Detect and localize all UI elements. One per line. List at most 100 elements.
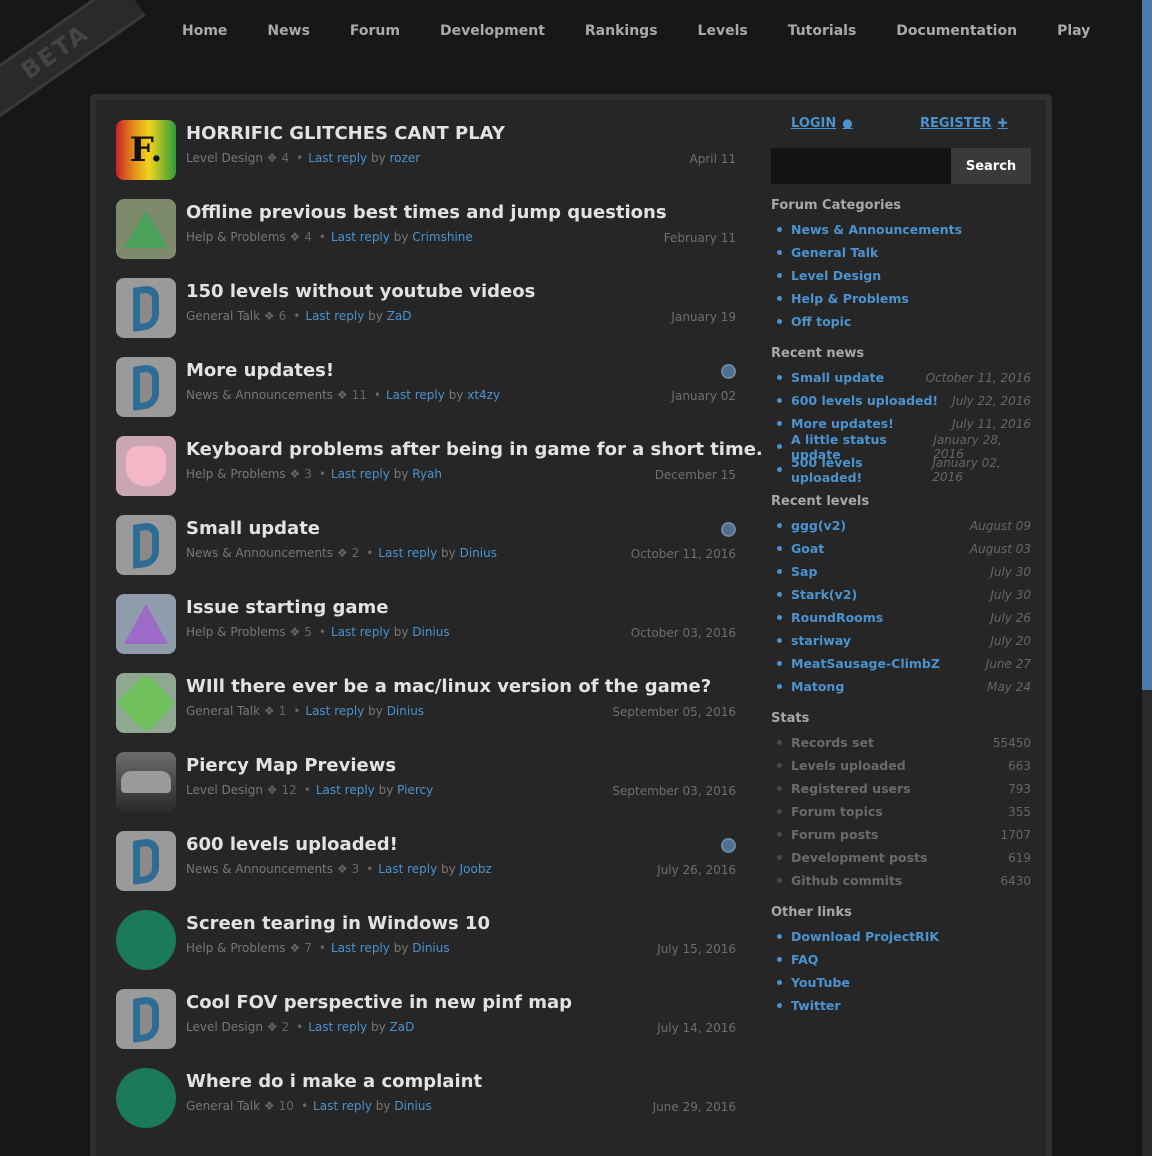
avatar[interactable] <box>116 594 176 654</box>
list-item[interactable]: General Talk <box>771 241 1031 264</box>
list-item-link[interactable]: YouTube <box>791 975 850 990</box>
avatar[interactable] <box>116 515 176 575</box>
reply-user-link[interactable]: Ryah <box>412 467 442 481</box>
last-reply-link[interactable]: Last reply <box>313 1099 372 1113</box>
last-reply-link[interactable]: Last reply <box>331 941 390 955</box>
topic-title[interactable]: 150 levels without youtube videos <box>186 281 535 302</box>
nav-news[interactable]: News <box>247 23 329 39</box>
last-reply-link[interactable]: Last reply <box>305 704 364 718</box>
last-reply-link[interactable]: Last reply <box>316 783 375 797</box>
reply-user-link[interactable]: ZaD <box>390 1020 415 1034</box>
list-item[interactable]: YouTube <box>771 971 1031 994</box>
list-item[interactable]: Registered users 793 <box>771 777 1031 800</box>
last-reply-link[interactable]: Last reply <box>308 1020 367 1034</box>
topic-category[interactable]: News & Announcements <box>186 388 333 402</box>
list-item[interactable]: MeatSausage-ClimbZ June 27 <box>771 652 1031 675</box>
topic-category[interactable]: Help & Problems <box>186 625 286 639</box>
search-button[interactable]: Search <box>951 148 1031 184</box>
avatar[interactable] <box>116 357 176 417</box>
last-reply-link[interactable]: Last reply <box>331 467 390 481</box>
list-item[interactable]: RoundRooms July 26 <box>771 606 1031 629</box>
reply-user-link[interactable]: Dinius <box>387 704 424 718</box>
nav-tutorials[interactable]: Tutorials <box>768 23 877 39</box>
reply-user-link[interactable]: Dinius <box>412 941 449 955</box>
topic-category[interactable]: Level Design <box>186 1020 263 1034</box>
topic-category[interactable]: Level Design <box>186 151 263 165</box>
avatar[interactable] <box>116 910 176 970</box>
topic-title[interactable]: Issue starting game <box>186 597 389 618</box>
list-item[interactable]: 500 levels uploaded! January 02, 2016 <box>771 455 1031 485</box>
topic-category[interactable]: Level Design <box>186 783 263 797</box>
reply-user-link[interactable]: Piercy <box>397 783 433 797</box>
list-item[interactable]: Goat August 03 <box>771 537 1031 560</box>
list-item-link[interactable]: stariway <box>791 633 851 648</box>
scrollbar-thumb[interactable] <box>1142 0 1152 690</box>
last-reply-link[interactable]: Last reply <box>378 546 437 560</box>
list-item[interactable]: Github commits 6430 <box>771 869 1031 892</box>
topic-title[interactable]: HORRIFIC GLITCHES CANT PLAY <box>186 123 505 144</box>
nav-documentation[interactable]: Documentation <box>876 23 1037 39</box>
reply-user-link[interactable]: Dinius <box>460 546 497 560</box>
reply-user-link[interactable]: xt4zy <box>467 388 500 402</box>
list-item[interactable]: Forum topics 355 <box>771 800 1031 823</box>
list-item[interactable]: Levels uploaded 663 <box>771 754 1031 777</box>
nav-rankings[interactable]: Rankings <box>565 23 678 39</box>
reply-user-link[interactable]: Joobz <box>460 862 492 876</box>
list-item[interactable]: Download ProjectRIK <box>771 925 1031 948</box>
avatar[interactable]: F. <box>116 120 176 180</box>
last-reply-link[interactable]: Last reply <box>386 388 445 402</box>
nav-levels[interactable]: Levels <box>678 23 768 39</box>
list-item-link[interactable]: Twitter <box>791 998 841 1013</box>
reply-user-link[interactable]: Crimshine <box>412 230 473 244</box>
nav-home[interactable]: Home <box>162 23 247 39</box>
reply-user-link[interactable]: rozer <box>390 151 421 165</box>
topic-category[interactable]: Help & Problems <box>186 941 286 955</box>
topic-title[interactable]: Offline previous best times and jump que… <box>186 202 667 223</box>
list-item-link[interactable]: Download ProjectRIK <box>791 929 939 944</box>
last-reply-link[interactable]: Last reply <box>305 309 364 323</box>
list-item[interactable]: Matong May 24 <box>771 675 1031 698</box>
list-item-link[interactable]: Off topic <box>791 314 851 329</box>
list-item[interactable]: Level Design <box>771 264 1031 287</box>
list-item-link[interactable]: FAQ <box>791 952 818 967</box>
list-item[interactable]: News & Announcements <box>771 218 1031 241</box>
topic-category[interactable]: Help & Problems <box>186 467 286 481</box>
topic-category[interactable]: Help & Problems <box>186 230 286 244</box>
list-item-link[interactable]: MeatSausage-ClimbZ <box>791 656 940 671</box>
list-item[interactable]: Twitter <box>771 994 1031 1017</box>
list-item-link[interactable]: News & Announcements <box>791 222 962 237</box>
last-reply-link[interactable]: Last reply <box>331 230 390 244</box>
list-item[interactable]: 600 levels uploaded! July 22, 2016 <box>771 389 1031 412</box>
list-item-link[interactable]: RoundRooms <box>791 610 883 625</box>
topic-category[interactable]: General Talk <box>186 1099 260 1113</box>
list-item-link[interactable]: Goat <box>791 541 824 556</box>
last-reply-link[interactable]: Last reply <box>331 625 390 639</box>
list-item[interactable]: ggg(v2) August 09 <box>771 514 1031 537</box>
reply-user-link[interactable]: ZaD <box>387 309 412 323</box>
list-item-link[interactable]: ggg(v2) <box>791 518 846 533</box>
topic-title[interactable]: 600 levels uploaded! <box>186 834 398 855</box>
list-item[interactable]: stariway July 20 <box>771 629 1031 652</box>
list-item-link[interactable]: Sap <box>791 564 817 579</box>
avatar[interactable] <box>116 436 176 496</box>
topic-category[interactable]: General Talk <box>186 309 260 323</box>
search-input[interactable] <box>771 148 951 184</box>
avatar[interactable] <box>116 673 176 733</box>
topic-title[interactable]: More updates! <box>186 360 334 381</box>
nav-forum[interactable]: Forum <box>330 23 420 39</box>
avatar[interactable] <box>116 199 176 259</box>
topic-title[interactable]: Small update <box>186 518 320 539</box>
list-item[interactable]: Development posts 619 <box>771 846 1031 869</box>
topic-title[interactable]: Where do i make a complaint <box>186 1071 482 1092</box>
nav-development[interactable]: Development <box>420 23 565 39</box>
avatar[interactable] <box>116 1068 176 1128</box>
topic-category[interactable]: News & Announcements <box>186 546 333 560</box>
list-item[interactable]: FAQ <box>771 948 1031 971</box>
reply-user-link[interactable]: Dinius <box>394 1099 431 1113</box>
last-reply-link[interactable]: Last reply <box>308 151 367 165</box>
reply-user-link[interactable]: Dinius <box>412 625 449 639</box>
avatar[interactable] <box>116 278 176 338</box>
list-item-link[interactable]: Level Design <box>791 268 881 283</box>
list-item[interactable]: Sap July 30 <box>771 560 1031 583</box>
list-item[interactable]: Records set 55450 <box>771 731 1031 754</box>
